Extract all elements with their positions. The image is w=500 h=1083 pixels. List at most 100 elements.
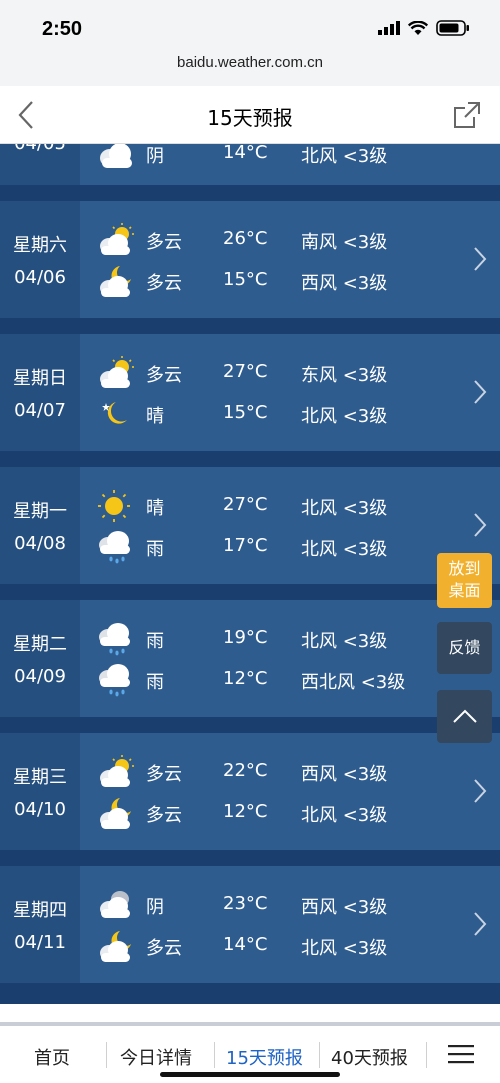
forecast-day[interactable]: 星期六 04/06 多云 26°C 南风 <3级 多云 15°C 西风 <3级 xyxy=(0,201,500,318)
row-separator xyxy=(0,850,500,866)
temperature-label: 23°C xyxy=(223,893,268,914)
partly-cloudy-night-icon xyxy=(100,266,131,297)
weekday-label: 星期三 xyxy=(13,767,67,788)
partly-cloudy-night-icon xyxy=(100,798,131,829)
date-label: 04/07 xyxy=(14,400,66,421)
nav-home[interactable]: 首页 xyxy=(34,1044,70,1070)
date-label: 04/09 xyxy=(14,666,66,687)
nav-divider xyxy=(106,1042,107,1068)
forecast-day[interactable]: 星期三 04/10 多云 22°C 西风 <3级 多云 12°C 北风 <3级 xyxy=(0,733,500,850)
cloud-icon xyxy=(100,891,130,918)
rain-icon xyxy=(99,531,130,564)
temperature-label: 27°C xyxy=(223,494,268,515)
wind-label: 东风 <3级 xyxy=(301,365,388,386)
status-time: 2:50 xyxy=(42,18,83,40)
condition-label: 多云 xyxy=(146,764,182,785)
condition-label: 雨 xyxy=(146,631,164,652)
condition-label: 雨 xyxy=(146,539,164,560)
night-row: 多云 12°C 北风 <3级 xyxy=(80,793,500,833)
weekday-label: 星期一 xyxy=(13,501,67,522)
wind-label: 北风 <3级 xyxy=(301,631,388,652)
wind-label: 北风 <3级 xyxy=(301,938,388,959)
chevron-right-icon[interactable] xyxy=(472,511,488,539)
page-title: 15天预报 xyxy=(207,106,293,130)
rain-icon xyxy=(99,664,130,697)
bottom-nav: 首页 今日详情 15天预报 40天预报 xyxy=(0,1004,500,1083)
forecast-day[interactable]: 星期二 04/09 雨 19°C 北风 <3级 雨 12°C 西北风 <3级 xyxy=(0,600,500,717)
night-row: 晴 15°C 北风 <3级 xyxy=(80,394,500,434)
add-to-desktop-button[interactable]: 放到 桌面 xyxy=(437,553,492,608)
day-row: 晴 27°C 北风 <3级 xyxy=(80,486,500,526)
condition-label: 多云 xyxy=(146,938,182,959)
home-indicator xyxy=(160,1072,340,1077)
row-separator xyxy=(0,185,500,201)
condition-label: 阴 xyxy=(146,146,164,167)
forecast-day[interactable]: 星期四 04/11 阴 23°C 西风 <3级 多云 14°C 北风 <3级 xyxy=(0,866,500,983)
nav-divider xyxy=(426,1042,427,1068)
forecast-day[interactable]: 星期日 04/07 多云 27°C 东风 <3级 晴 15°C 北风 <3级 xyxy=(0,334,500,451)
temperature-label: 22°C xyxy=(223,760,268,781)
wind-label: 北风 <3级 xyxy=(301,146,388,167)
hamburger-menu-icon[interactable] xyxy=(448,1044,474,1064)
condition-label: 晴 xyxy=(146,498,164,519)
date-label: 04/05 xyxy=(0,144,80,154)
condition-label: 多云 xyxy=(146,232,182,253)
chevron-right-icon[interactable] xyxy=(472,378,488,406)
date-column xyxy=(0,866,80,983)
forecast-day[interactable]: 04/05 阴 14°C 北风 <3级 xyxy=(0,144,500,185)
partly-cloudy-day-icon xyxy=(100,223,134,255)
condition-label: 晴 xyxy=(146,406,164,427)
weekday-label: 星期二 xyxy=(13,634,67,655)
date-column xyxy=(0,600,80,717)
condition-label: 多云 xyxy=(146,805,182,826)
night-row: 多云 14°C 北风 <3级 xyxy=(80,926,500,966)
ad-strip xyxy=(0,1022,500,1026)
temperature-label: 17°C xyxy=(223,535,268,556)
partly-cloudy-night-icon xyxy=(100,931,131,962)
url-bar[interactable]: baidu.weather.com.cn xyxy=(0,54,500,71)
nav-divider xyxy=(319,1042,320,1068)
nav-40day-forecast[interactable]: 40天预报 xyxy=(331,1044,408,1070)
weekday-label: 星期日 xyxy=(13,368,67,389)
row-separator xyxy=(0,451,500,467)
date-column xyxy=(0,334,80,451)
weekday-label: 星期六 xyxy=(13,235,67,256)
temperature-label: 15°C xyxy=(223,269,268,290)
nav-15day-forecast[interactable]: 15天预报 xyxy=(226,1044,303,1070)
chevron-right-icon[interactable] xyxy=(472,777,488,805)
date-label: 04/11 xyxy=(14,932,66,953)
day-row: 多云 26°C 南风 <3级 xyxy=(80,220,500,260)
temperature-label: 12°C xyxy=(223,801,268,822)
battery-icon xyxy=(436,20,469,36)
chevron-right-icon[interactable] xyxy=(472,245,488,273)
feedback-button[interactable]: 反馈 xyxy=(437,622,492,674)
wind-label: 北风 <3级 xyxy=(301,498,388,519)
weekday-label: 星期四 xyxy=(13,900,67,921)
forecast-day[interactable]: 星期一 04/08 晴 27°C 北风 <3级 雨 17°C 北风 <3级 xyxy=(0,467,500,584)
signal-icon xyxy=(378,21,400,35)
chevron-up-icon xyxy=(452,709,477,723)
date-column xyxy=(0,733,80,850)
temperature-label: 14°C xyxy=(223,934,268,955)
nav-today-detail[interactable]: 今日详情 xyxy=(120,1044,192,1070)
wind-label: 南风 <3级 xyxy=(301,232,388,253)
wind-label: 西风 <3级 xyxy=(301,273,388,294)
date-column xyxy=(0,467,80,584)
night-row: 多云 15°C 西风 <3级 xyxy=(80,261,500,301)
row-separator xyxy=(0,717,500,733)
date-label: 04/08 xyxy=(14,533,66,554)
date-column xyxy=(0,201,80,318)
wind-label: 北风 <3级 xyxy=(301,805,388,826)
rain-icon xyxy=(99,623,130,656)
chevron-right-icon[interactable] xyxy=(472,910,488,938)
back-to-top-button[interactable] xyxy=(437,690,492,743)
row-separator xyxy=(0,983,500,999)
temperature-label: 12°C xyxy=(223,668,268,689)
night-row: 阴 14°C 北风 <3级 xyxy=(80,144,500,174)
temperature-label: 26°C xyxy=(223,228,268,249)
share-icon[interactable] xyxy=(452,100,482,130)
temperature-label: 27°C xyxy=(223,361,268,382)
temperature-label: 19°C xyxy=(223,627,268,648)
partly-cloudy-day-icon xyxy=(100,755,134,787)
wind-label: 西风 <3级 xyxy=(301,764,388,785)
